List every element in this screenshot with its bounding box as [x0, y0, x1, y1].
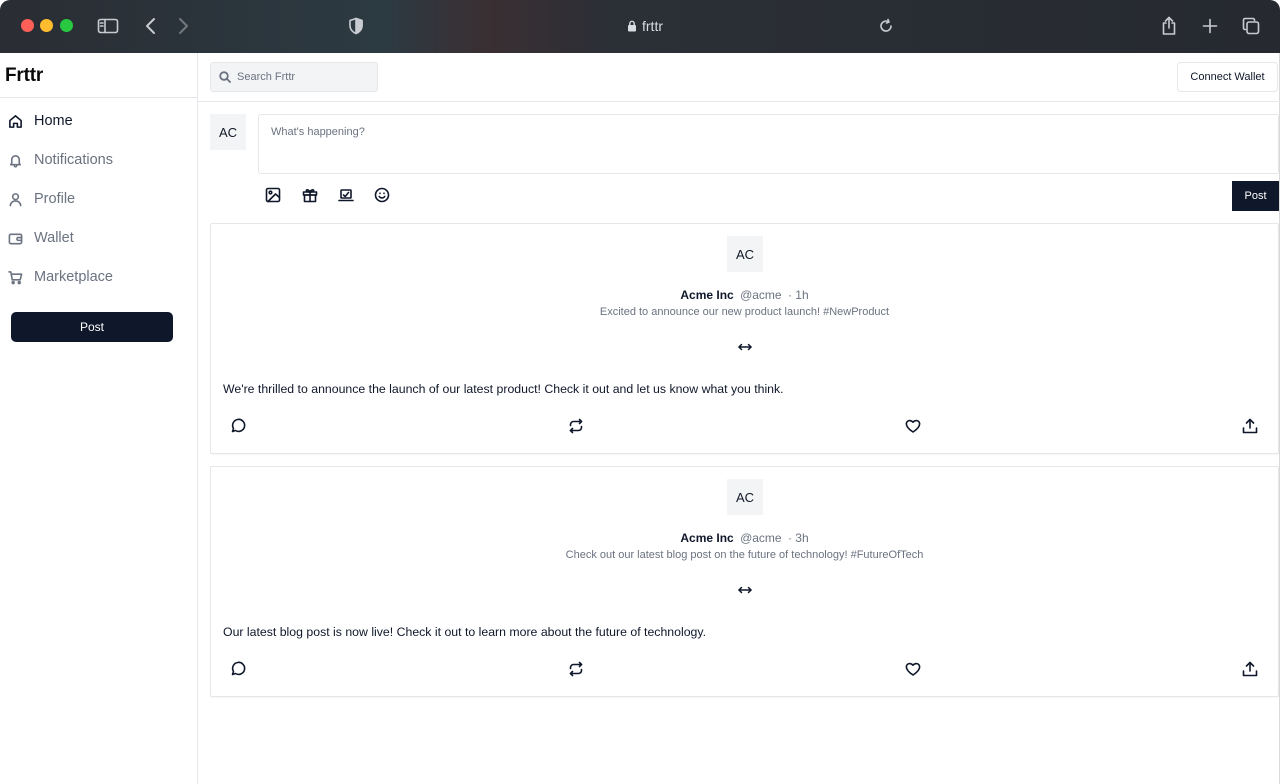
lock-icon	[628, 20, 636, 32]
post-card: AC Acme Inc @acme · 3h Check out our lat…	[210, 466, 1279, 697]
sidebar-post-button[interactable]: Post	[11, 312, 173, 342]
post-timestamp: · 1h	[787, 288, 809, 302]
sidebar-item-home[interactable]: Home	[8, 109, 73, 133]
reload-icon[interactable]	[874, 14, 898, 38]
post-body: Our latest blog post is now live! Check …	[223, 625, 707, 639]
sidebar-item-notifications[interactable]: Notifications	[8, 148, 113, 172]
comment-icon[interactable]	[230, 418, 246, 434]
close-window-button[interactable]	[21, 19, 34, 32]
share-icon[interactable]	[1157, 14, 1181, 38]
post-author-handle[interactable]: @acme	[740, 531, 782, 545]
post-header: Acme Inc @acme · 1h	[211, 288, 1278, 302]
sidebar-item-label: Profile	[34, 191, 76, 207]
cart-icon	[8, 270, 23, 284]
maximize-window-button[interactable]	[60, 19, 73, 32]
gift-icon[interactable]	[302, 187, 318, 203]
post-author-name[interactable]: Acme Inc	[680, 288, 733, 302]
tabs-icon[interactable]	[1239, 14, 1263, 38]
sidebar-item-wallet[interactable]: Wallet	[8, 226, 74, 250]
connect-wallet-button[interactable]: Connect Wallet	[1177, 62, 1278, 92]
post-summary: Check out our latest blog post on the fu…	[565, 549, 924, 561]
repost-icon[interactable]	[568, 661, 584, 677]
post-body: We're thrilled to announce the launch of…	[223, 382, 784, 396]
smile-icon[interactable]	[374, 187, 390, 203]
laptop-icon[interactable]	[338, 187, 354, 203]
sidebar-toggle-icon[interactable]	[96, 14, 120, 38]
share-post-icon[interactable]	[1242, 418, 1258, 434]
url-text: frttr	[642, 18, 663, 34]
sidebar-item-label: Marketplace	[34, 269, 113, 285]
post-author-name[interactable]: Acme Inc	[680, 531, 733, 545]
avatar: AC	[210, 114, 246, 150]
search-box[interactable]	[210, 62, 378, 92]
home-icon	[9, 114, 22, 128]
sidebar-item-label: Home	[34, 113, 73, 129]
shield-icon[interactable]	[344, 14, 368, 38]
sidebar-item-profile[interactable]: Profile	[8, 187, 75, 211]
wallet-icon	[8, 232, 23, 244]
like-icon[interactable]	[905, 418, 921, 434]
new-tab-icon[interactable]	[1198, 14, 1222, 38]
sidebar-item-marketplace[interactable]: Marketplace	[8, 265, 113, 289]
brand-logo[interactable]: Frttr	[5, 65, 43, 87]
expand-arrows-icon	[737, 583, 753, 597]
post-timestamp: · 3h	[787, 531, 809, 545]
image-icon[interactable]	[265, 187, 281, 203]
header-divider	[198, 101, 1280, 102]
post-summary: Excited to announce our new product laun…	[599, 306, 890, 318]
sidebar-item-label: Notifications	[34, 152, 113, 168]
avatar[interactable]: AC	[727, 236, 763, 272]
post-author-handle[interactable]: @acme	[740, 288, 782, 302]
address-bar[interactable]: frttr	[600, 16, 690, 36]
search-input[interactable]	[237, 71, 367, 83]
minimize-window-button[interactable]	[40, 19, 53, 32]
forward-icon[interactable]	[171, 14, 195, 38]
back-icon[interactable]	[139, 14, 163, 38]
sidebar-item-label: Wallet	[34, 230, 74, 246]
like-icon[interactable]	[905, 661, 921, 677]
post-card: AC Acme Inc @acme · 1h Excited to announ…	[210, 223, 1279, 454]
bell-icon	[10, 154, 21, 168]
compose-input[interactable]	[258, 114, 1279, 174]
browser-toolbar: frttr	[0, 0, 1280, 53]
sidebar-divider	[0, 97, 197, 98]
expand-arrows-icon	[737, 340, 753, 354]
post-header: Acme Inc @acme · 3h	[211, 531, 1278, 545]
user-icon	[9, 192, 22, 206]
post-button[interactable]: Post	[1232, 181, 1279, 211]
avatar[interactable]: AC	[727, 479, 763, 515]
search-icon	[219, 71, 231, 83]
share-post-icon[interactable]	[1242, 661, 1258, 677]
comment-icon[interactable]	[230, 661, 246, 677]
repost-icon[interactable]	[568, 418, 584, 434]
